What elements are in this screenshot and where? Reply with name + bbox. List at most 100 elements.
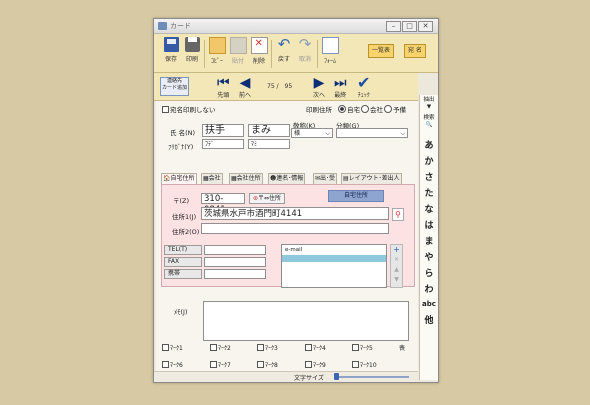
move-up-icon[interactable]: ▲ <box>391 265 402 275</box>
zip-input[interactable]: 310-0841 <box>201 193 245 215</box>
copy-button[interactable]: ｺﾋﾟｰ <box>207 37 227 65</box>
kana-index-abc[interactable]: abc <box>420 300 438 308</box>
print-address-label: 印刷住所 <box>306 106 332 114</box>
form-button[interactable]: ﾌｫｰﾑ <box>320 37 340 65</box>
check-button[interactable]: ✔ ﾁｪｯｸ <box>357 73 371 100</box>
save-icon <box>163 37 179 52</box>
email-list[interactable]: e-mail <box>281 244 387 288</box>
status-bar: 文字サイズ <box>154 371 418 382</box>
honorific-select[interactable]: 様 ⌵ <box>291 128 333 138</box>
last-kana-input[interactable]: ﾌﾃﾞ <box>202 139 244 149</box>
fax-input[interactable] <box>204 257 266 267</box>
memo-label: ﾒﾓ(J) <box>174 308 188 316</box>
next-icon: ▶ <box>313 75 325 91</box>
no-print-checkbox[interactable]: 宛名印刷しない <box>162 104 216 114</box>
mourning-label: 喪 <box>399 345 406 352</box>
check-icon: ✔ <box>357 73 371 92</box>
radio-spare <box>384 105 392 113</box>
prev-record-button[interactable]: ◀ 前へ <box>239 76 251 99</box>
move-down-icon[interactable]: ▼ <box>391 275 402 285</box>
zip-address-convert-button[interactable]: ⊛〒⇔住所 <box>249 193 285 204</box>
kana-index-ha[interactable]: は <box>420 218 438 231</box>
print-address-home-radio[interactable]: 自宅 <box>338 104 360 114</box>
address-tabs: 🏠自宅住所 ▦会社 ▦会社住所 ☻連名･情報 ✉出･受 ▤レイアウト･差出人 <box>161 173 413 184</box>
mark3-checkbox[interactable]: ﾏｰｸ3 <box>257 343 278 352</box>
minimize-button[interactable]: – <box>386 21 401 32</box>
radio-home <box>338 105 346 113</box>
category-select[interactable]: ⌵ <box>336 128 408 138</box>
address2-input[interactable] <box>201 223 389 234</box>
kana-index-a[interactable]: あ <box>420 138 438 151</box>
home-address-button[interactable]: 自宅住所 <box>328 190 384 202</box>
mark1-checkbox[interactable]: ﾏｰｸ1 <box>162 343 183 352</box>
next-record-button[interactable]: ▶ 次へ <box>313 76 325 99</box>
mark10-checkbox[interactable]: ﾏｰｸ10 <box>352 360 377 369</box>
kana-index-ma[interactable]: ま <box>420 234 438 247</box>
add-contact-card-button[interactable]: 連絡先 カード追加 <box>160 77 189 96</box>
tel-label-button[interactable]: TEL(T) <box>164 245 202 255</box>
title-bar: カード – □ ✕ <box>154 19 438 34</box>
kana-index-ra[interactable]: ら <box>420 266 438 279</box>
maximize-button[interactable]: □ <box>402 21 417 32</box>
first-name-input[interactable]: まみ <box>248 124 290 137</box>
mark5-checkbox[interactable]: ﾏｰｸ5 <box>352 343 373 352</box>
mark6-checkbox[interactable]: ﾏｰｸ6 <box>162 360 183 369</box>
remove-email-icon[interactable]: ✕ <box>391 255 402 265</box>
mark4-checkbox[interactable]: ﾏｰｸ4 <box>305 343 326 352</box>
extract-button[interactable]: 抽出 ▼ <box>420 97 438 111</box>
mark9-checkbox[interactable]: ﾏｰｸ9 <box>305 360 326 369</box>
close-button[interactable]: ✕ <box>418 21 433 32</box>
tab-home-address[interactable]: 🏠自宅住所 <box>161 173 197 184</box>
mobile-label-button[interactable]: 携帯 <box>164 269 202 279</box>
email-header: e-mail <box>285 247 303 253</box>
font-size-slider-track[interactable] <box>337 376 409 378</box>
map-pin-icon[interactable]: ⚲ <box>392 208 404 221</box>
delete-button[interactable]: 削除 <box>249 37 269 65</box>
print-button[interactable]: 印刷 <box>182 37 202 63</box>
kana-index-ya[interactable]: や <box>420 250 438 263</box>
tab-company[interactable]: ▦会社 <box>201 173 223 184</box>
print-address-company-radio[interactable]: 会社 <box>361 104 383 114</box>
memo-textarea[interactable] <box>203 301 409 341</box>
add-email-icon[interactable]: + <box>391 245 402 255</box>
search-button[interactable]: 検索 🔍 <box>420 115 438 129</box>
address-name-button[interactable]: 宛 名 <box>404 44 426 58</box>
save-button[interactable]: 保存 <box>161 37 181 63</box>
kana-index-ta[interactable]: た <box>420 186 438 199</box>
paste-icon <box>229 37 247 54</box>
home-address-panel: 〒(Z) 310-0841 ⊛〒⇔住所 自宅住所 住所1(J) 茨城県水戸市酒門… <box>161 184 415 288</box>
first-kana-input[interactable]: ﾏﾐ <box>248 139 290 149</box>
print-address-spare-radio[interactable]: 予備 <box>384 104 406 114</box>
tab-layout-sender[interactable]: ▤レイアウト･差出人 <box>341 173 402 184</box>
kana-index-other[interactable]: 他 <box>420 313 438 326</box>
mobile-input[interactable] <box>204 269 266 279</box>
kana-index-na[interactable]: な <box>420 202 438 215</box>
list-button[interactable]: 一覧表 <box>368 44 395 58</box>
print-icon <box>184 37 200 52</box>
chevron-down-icon: ⌵ <box>400 130 405 137</box>
kana-index-ka[interactable]: か <box>420 154 438 167</box>
tab-company-address[interactable]: ▦会社住所 <box>229 173 263 184</box>
tab-sent-received[interactable]: ✉出･受 <box>313 173 338 184</box>
email-selected-row[interactable] <box>282 255 386 262</box>
mark8-checkbox[interactable]: ﾏｰｸ8 <box>257 360 278 369</box>
redo-button[interactable]: ↷ 取消 <box>295 37 315 64</box>
toolbar-divider <box>317 40 318 68</box>
address1-input[interactable]: 茨城県水戸市酒門町4141 <box>201 207 389 220</box>
last-record-button[interactable]: ⏭ 最終 <box>334 76 347 99</box>
last-name-input[interactable]: 扶手 <box>202 124 244 137</box>
font-size-slider-handle[interactable] <box>334 373 339 380</box>
fax-label-button[interactable]: FAX <box>164 257 202 267</box>
kana-index-wa[interactable]: わ <box>420 282 438 295</box>
card-form: 宛名印刷しない 印刷住所 自宅 会社 予備 敬称(K) 分類(G) 様 ⌵ ⌵ 氏… <box>156 101 418 371</box>
mark7-checkbox[interactable]: ﾏｰｸ7 <box>210 360 231 369</box>
tab-joint-names-info[interactable]: ☻連名･情報 <box>268 173 306 184</box>
record-position: 75 / 95 <box>267 83 293 90</box>
kana-index-sa[interactable]: さ <box>420 170 438 183</box>
paste-button[interactable]: 貼付 <box>228 37 248 65</box>
first-record-button[interactable]: ⏮ 先頭 <box>217 76 230 99</box>
tel-input[interactable] <box>204 245 266 255</box>
undo-button[interactable]: ↶ 戻す <box>274 35 294 64</box>
undo-icon: ↶ <box>277 35 291 53</box>
mark2-checkbox[interactable]: ﾏｰｸ2 <box>210 343 231 352</box>
